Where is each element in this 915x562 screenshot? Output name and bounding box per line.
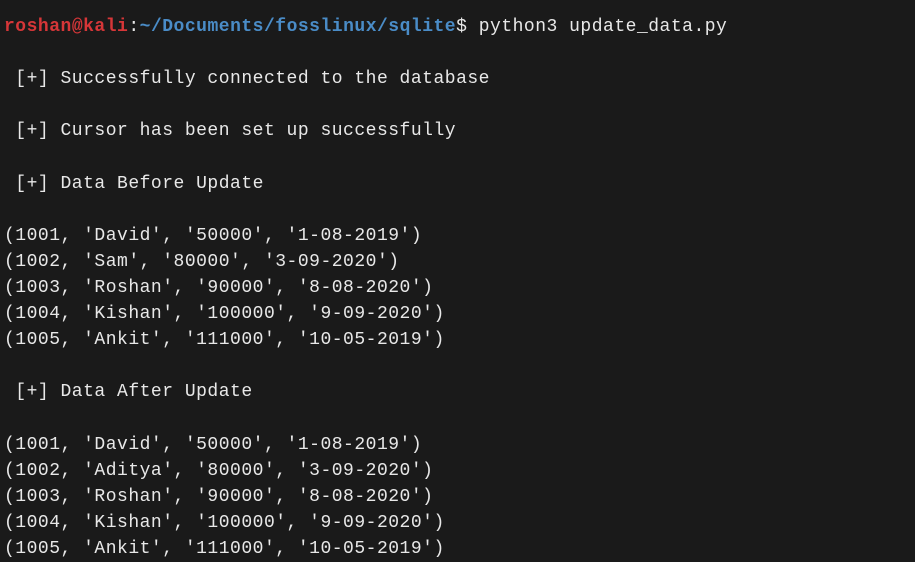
prompt-path: ~/Documents/fosslinux/sqlite [140, 17, 456, 37]
prompt-colon: : [128, 17, 139, 37]
blank-line [4, 144, 911, 170]
blank-line [4, 92, 911, 118]
data-row-after: (1003, 'Roshan', '90000', '8-08-2020') [4, 484, 911, 510]
data-row-after: (1005, 'Ankit', '111000', '10-05-2019') [4, 536, 911, 562]
data-row-after: (1002, 'Aditya', '80000', '3-09-2020') [4, 458, 911, 484]
data-row-before: (1005, 'Ankit', '111000', '10-05-2019') [4, 327, 911, 353]
terminal-prompt-line[interactable]: roshan@kali:~/Documents/fosslinux/sqlite… [4, 14, 911, 40]
prompt-at: @ [72, 17, 83, 37]
blank-line [4, 197, 911, 223]
output-cursor: [+] Cursor has been set up successfully [4, 118, 911, 144]
output-header-before: [+] Data Before Update [4, 171, 911, 197]
data-row-before: (1003, 'Roshan', '90000', '8-08-2020') [4, 275, 911, 301]
data-row-before: (1002, 'Sam', '80000', '3-09-2020') [4, 249, 911, 275]
output-header-after: [+] Data After Update [4, 379, 911, 405]
prompt-dollar: $ [456, 17, 479, 37]
prompt-user: roshan [4, 17, 72, 37]
prompt-host: kali [83, 17, 128, 37]
data-row-before: (1004, 'Kishan', '100000', '9-09-2020') [4, 301, 911, 327]
data-row-after: (1001, 'David', '50000', '1-08-2019') [4, 432, 911, 458]
output-connected: [+] Successfully connected to the databa… [4, 66, 911, 92]
blank-line [4, 405, 911, 431]
blank-line [4, 353, 911, 379]
data-row-before: (1001, 'David', '50000', '1-08-2019') [4, 223, 911, 249]
blank-line [4, 40, 911, 66]
data-row-after: (1004, 'Kishan', '100000', '9-09-2020') [4, 510, 911, 536]
prompt-command: python3 update_data.py [479, 17, 728, 37]
